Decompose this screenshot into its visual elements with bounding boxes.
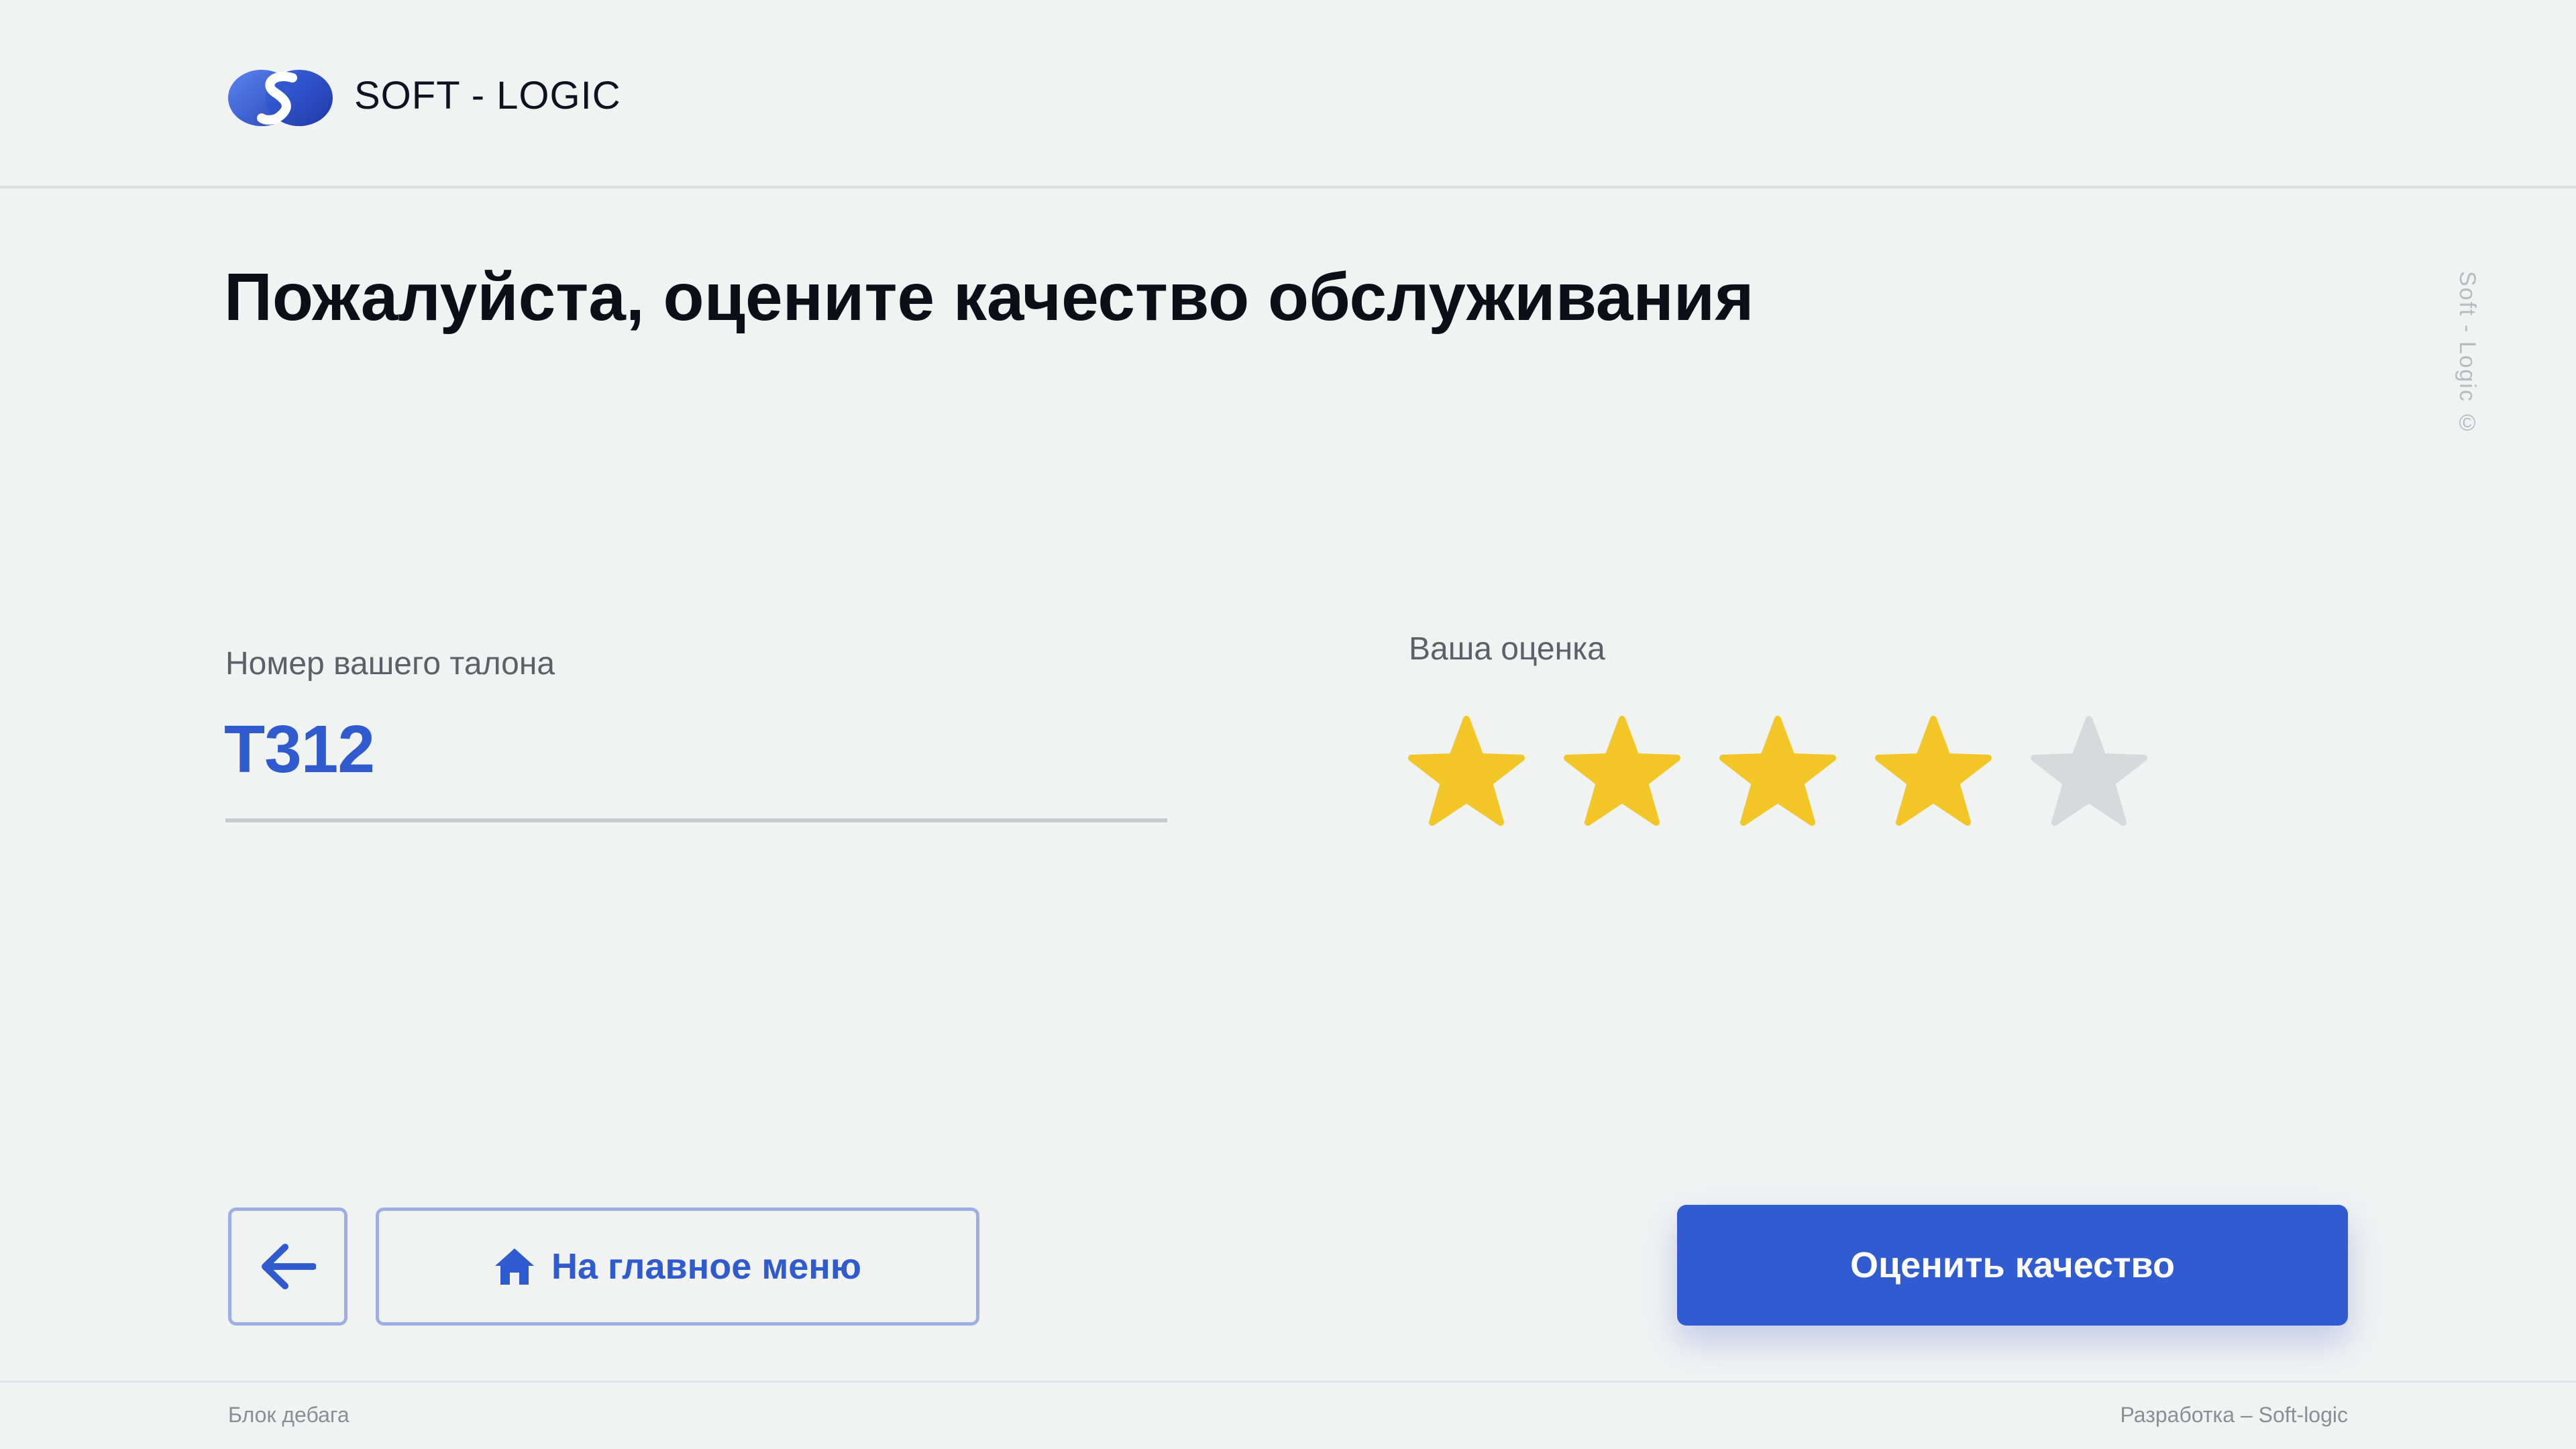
star-5-icon[interactable]	[2029, 715, 2149, 829]
star-3-icon[interactable]	[1717, 715, 1838, 829]
watermark: Soft - Logic ©	[2455, 271, 2480, 437]
back-button[interactable]	[228, 1208, 347, 1326]
star-4-icon[interactable]	[1873, 715, 1994, 829]
home-menu-label: На главное меню	[551, 1246, 862, 1287]
ticket-label: Номер вашего талона	[225, 646, 555, 682]
rate-quality-label: Оценить качество	[1849, 1245, 2176, 1285]
developer-credit: Разработка – Soft-logic	[2120, 1403, 2348, 1427]
debug-block-label: Блок дебага	[228, 1403, 350, 1427]
arrow-left-icon	[262, 1244, 316, 1289]
soft-logic-logo-icon	[228, 70, 333, 126]
ticket-underline	[225, 818, 1167, 822]
star-1-icon[interactable]	[1406, 715, 1527, 829]
page-title: Пожалуйста, оцените качество обслуживани…	[224, 260, 1754, 335]
star-rating	[1406, 715, 2149, 829]
star-2-icon[interactable]	[1562, 715, 1682, 829]
home-menu-button[interactable]: На главное меню	[376, 1208, 979, 1326]
rating-screen: SOFT - LOGIC Пожалуйста, оцените качеств…	[0, 0, 2576, 1449]
rating-label: Ваша оценка	[1409, 631, 1605, 667]
header: SOFT - LOGIC	[0, 0, 2576, 189]
footer: Блок дебага Разработка – Soft-logic	[0, 1381, 2576, 1449]
logo: SOFT - LOGIC	[227, 63, 621, 127]
home-icon	[494, 1248, 534, 1285]
ticket-number: Т312	[224, 712, 375, 787]
logo-text: SOFT - LOGIC	[354, 73, 621, 117]
rate-quality-button[interactable]: Оценить качество	[1677, 1205, 2348, 1326]
